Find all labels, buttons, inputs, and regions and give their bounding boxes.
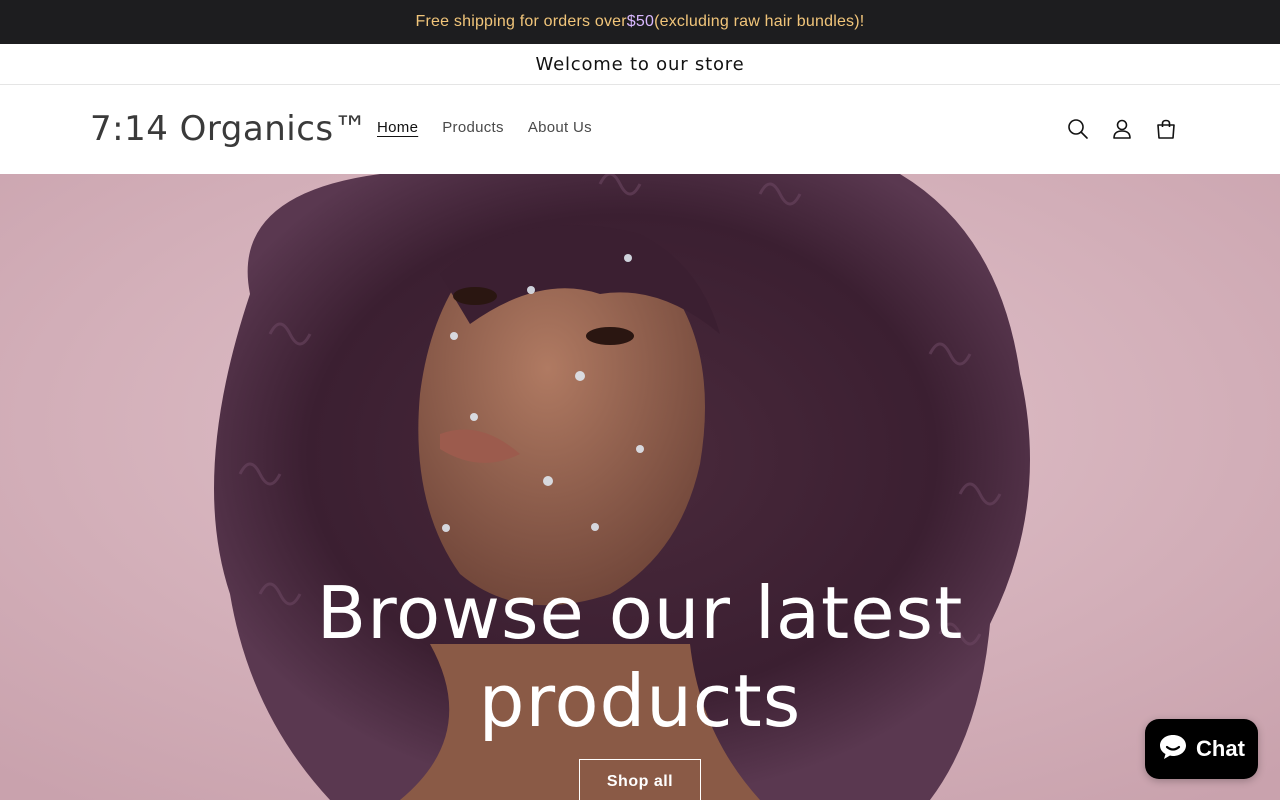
store-logo[interactable]: 7:14 Organics™ [90, 107, 368, 151]
announcement-text-after: (excluding raw hair bundles)! [654, 13, 865, 30]
hero-title-line2: products [478, 659, 802, 743]
cart-icon[interactable] [1154, 115, 1178, 143]
chat-button[interactable]: Chat [1145, 719, 1258, 779]
hero-title-line1: Browse our latest [316, 571, 964, 655]
announcement-price: $50 [626, 13, 655, 30]
site-header: 7:14 Organics™ Home Products About Us [0, 85, 1280, 174]
nav-home[interactable]: Home [377, 119, 418, 136]
header-icons [1066, 115, 1178, 143]
hero-banner: Browse our latest products Shop all [0, 174, 1280, 800]
welcome-text: Welcome to our store [535, 53, 745, 75]
main-nav: Home Products About Us [377, 119, 592, 136]
announcement-text-before: Free shipping for orders over [415, 13, 627, 30]
welcome-bar: Welcome to our store [0, 44, 1280, 85]
hero-title: Browse our latest products [0, 569, 1280, 745]
account-icon[interactable] [1110, 115, 1134, 143]
chat-bubble-icon [1158, 732, 1188, 766]
shop-all-button[interactable]: Shop all [579, 759, 701, 800]
nav-products[interactable]: Products [442, 119, 504, 136]
nav-about-us[interactable]: About Us [528, 119, 592, 136]
chat-label: Chat [1196, 736, 1245, 761]
announcement-bar: Free shipping for orders over $50 (exclu… [0, 0, 1280, 44]
search-icon[interactable] [1066, 115, 1090, 143]
